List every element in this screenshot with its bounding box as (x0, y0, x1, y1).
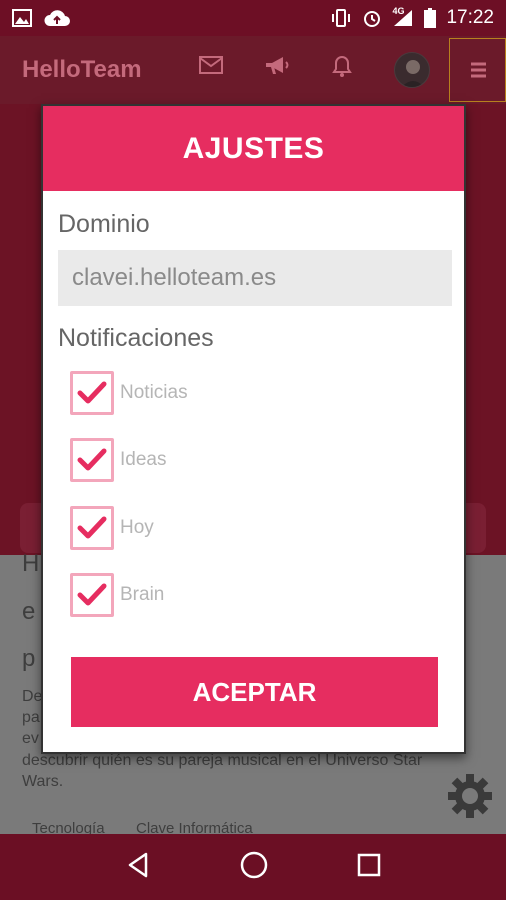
dialog-header: AJUSTES (43, 106, 464, 191)
bg-text-line: ev (22, 730, 39, 747)
option-label: Ideas (120, 449, 167, 470)
settings-dialog: AJUSTES Dominio Notificaciones Noticias … (41, 104, 466, 754)
check-icon (77, 516, 107, 539)
domain-label: Dominio (58, 210, 150, 238)
bg-text-line: descubrir quién es su pareja musical en … (22, 752, 423, 769)
vibrate-icon (330, 8, 352, 28)
menu-button[interactable] (449, 38, 506, 102)
avatar[interactable] (394, 52, 430, 88)
check-icon (77, 381, 107, 404)
bg-text-line: pa (22, 709, 40, 726)
option-label: Brain (120, 584, 165, 605)
bg-text-line: De (22, 688, 43, 705)
back-icon[interactable] (124, 851, 152, 884)
status-bar: 4G 17:22 (0, 0, 506, 36)
megaphone-icon[interactable] (263, 54, 291, 83)
option-label: Hoy (120, 517, 154, 538)
alarm-icon (362, 8, 382, 28)
mail-icon[interactable] (198, 54, 224, 81)
bg-text-line: H (22, 550, 40, 577)
app-bar: HelloTeam (0, 36, 506, 104)
option-label: Noticias (120, 382, 188, 403)
bell-icon[interactable] (330, 54, 354, 83)
checkbox-hoy[interactable] (70, 506, 114, 550)
dialog-title: AJUSTES (182, 131, 325, 165)
checkbox-noticias[interactable] (70, 371, 114, 415)
bg-text-line: p (22, 645, 36, 672)
clock: 17:22 (446, 7, 494, 28)
checkbox-ideas[interactable] (70, 438, 114, 482)
domain-input[interactable] (58, 250, 452, 306)
menu-icon (471, 62, 486, 78)
signal-icon: 4G (392, 6, 414, 28)
bg-text-line: e (22, 598, 36, 625)
cloud-upload-icon (44, 8, 70, 28)
navigation-bar (0, 834, 506, 900)
option-ideas[interactable]: Ideas (70, 438, 166, 482)
notifications-label: Notificaciones (58, 324, 214, 352)
recents-icon[interactable] (356, 852, 382, 883)
option-noticias[interactable]: Noticias (70, 371, 188, 415)
option-hoy[interactable]: Hoy (70, 506, 154, 550)
brand-title: HelloTeam (22, 56, 142, 83)
accept-button[interactable]: ACEPTAR (71, 657, 438, 727)
checkbox-brain[interactable] (70, 573, 114, 617)
check-icon (77, 448, 107, 471)
option-brain[interactable]: Brain (70, 573, 164, 617)
image-icon (12, 8, 32, 28)
battery-icon (424, 8, 437, 28)
bg-text-line: Wars. (22, 773, 64, 790)
gear-icon[interactable] (446, 772, 494, 825)
network-type: 4G (392, 6, 405, 16)
home-icon[interactable] (239, 850, 269, 885)
check-icon (77, 583, 107, 606)
